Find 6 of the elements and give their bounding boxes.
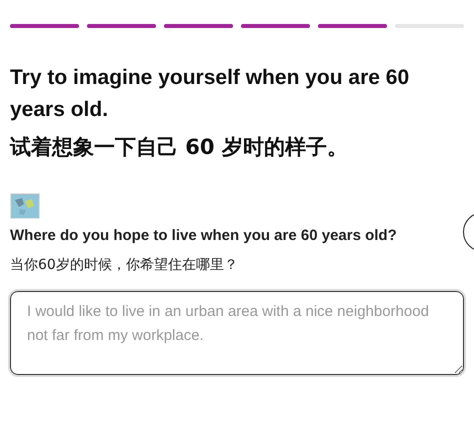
heading-chinese: 试着想象一下自己 60 岁时的样子。 (10, 134, 349, 161)
question-chinese: 当你60岁的时候，你希望住在哪里？ (10, 256, 239, 275)
map-icon (10, 192, 40, 220)
heading: Try to imagine yourself when you are 60 years old. (10, 65, 410, 123)
question: Where do you hope to live when you are 60 years old? (10, 226, 398, 246)
answer-field[interactable]: I would like to live in an urban area with a nice neighborhood not far from my workplace. (10, 291, 464, 375)
